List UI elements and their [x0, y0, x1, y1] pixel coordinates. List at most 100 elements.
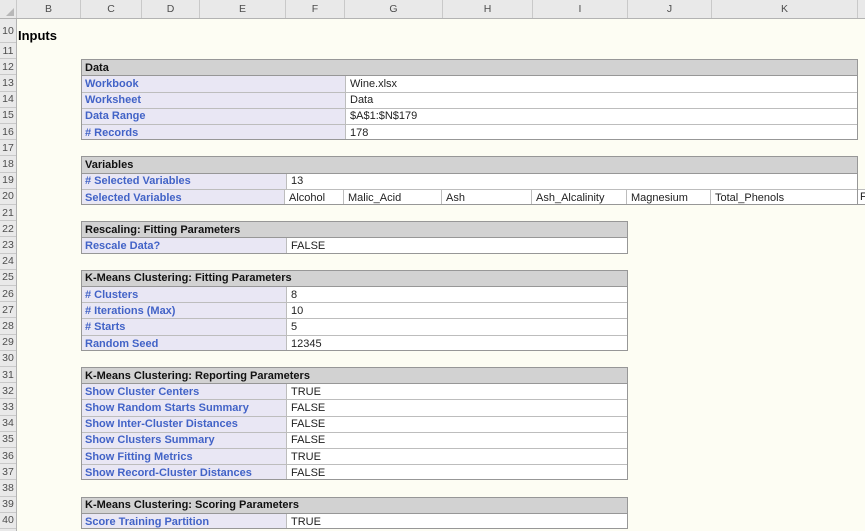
value-cell[interactable]: 178 — [346, 125, 857, 140]
column-header-F[interactable]: F — [286, 0, 345, 18]
value-cell[interactable]: 5 — [287, 319, 627, 334]
value-cell[interactable]: TRUE — [287, 384, 627, 399]
row-header-24[interactable]: 24 — [0, 254, 16, 270]
label-cell[interactable]: # Records — [82, 125, 346, 140]
row-header-12[interactable]: 12 — [0, 59, 16, 75]
column-header-H[interactable]: H — [443, 0, 533, 18]
row-header-10[interactable]: 10 — [0, 19, 16, 43]
section-header-cell[interactable]: K-Means Clustering: Fitting Parameters — [82, 271, 627, 287]
column-header-E[interactable]: E — [200, 0, 286, 18]
value-cell[interactable]: 12345 — [287, 336, 627, 351]
column-header-C[interactable]: C — [81, 0, 142, 18]
row-header-33[interactable]: 33 — [0, 399, 16, 415]
value-cell[interactable]: TRUE — [287, 449, 627, 464]
row-header-23[interactable]: 23 — [0, 237, 16, 253]
value-cell[interactable]: Data — [346, 93, 857, 108]
row-header-19[interactable]: 19 — [0, 173, 16, 189]
selected-variable-cell[interactable]: Malic_Acid — [344, 190, 442, 205]
label-cell[interactable]: # Starts — [82, 319, 287, 334]
row-header-28[interactable]: 28 — [0, 318, 16, 334]
label-cell[interactable]: # Clusters — [82, 287, 287, 302]
row-header-26[interactable]: 26 — [0, 286, 16, 302]
row-header-36[interactable]: 36 — [0, 448, 16, 464]
row-header-15[interactable]: 15 — [0, 108, 16, 124]
value-cell[interactable]: FALSE — [287, 465, 627, 480]
label-cell[interactable]: Show Random Starts Summary — [82, 400, 287, 415]
column-header-J[interactable]: J — [628, 0, 712, 18]
value-cell[interactable]: FALSE — [287, 433, 627, 448]
table-row: # Starts5 — [82, 319, 627, 335]
row-header-40[interactable]: 40 — [0, 513, 16, 529]
select-all-triangle-icon — [6, 8, 14, 16]
value-cell[interactable]: Wine.xlsx — [346, 76, 857, 91]
column-header-bar: BCDEFGHIJK — [0, 0, 865, 19]
label-cell[interactable]: # Selected Variables — [82, 174, 287, 189]
section-header-cell[interactable]: K-Means Clustering: Reporting Parameters — [82, 368, 627, 384]
selected-variable-cell[interactable]: Alcohol — [285, 190, 344, 205]
section-header-cell[interactable]: Data — [82, 60, 857, 76]
column-header-K[interactable]: K — [712, 0, 858, 18]
selected-variable-cell[interactable]: Ash_Alcalinity — [532, 190, 627, 205]
spreadsheet: BCDEFGHIJK 10111213141516171819202122232… — [0, 0, 865, 531]
row-header-34[interactable]: 34 — [0, 416, 16, 432]
table-row: # Selected Variables13 — [82, 174, 857, 190]
sheet-title[interactable]: Inputs — [18, 19, 57, 46]
label-cell[interactable]: Data Range — [82, 109, 346, 124]
table-row: Data Range$A$1:$N$179 — [82, 109, 857, 125]
column-header-I[interactable]: I — [533, 0, 628, 18]
row-header-32[interactable]: 32 — [0, 383, 16, 399]
label-cell[interactable]: Show Clusters Summary — [82, 433, 287, 448]
table-row: # Records178 — [82, 125, 857, 140]
row-header-14[interactable]: 14 — [0, 92, 16, 108]
label-cell[interactable]: Show Record-Cluster Distances — [82, 465, 287, 480]
row-header-38[interactable]: 38 — [0, 480, 16, 496]
row-header-29[interactable]: 29 — [0, 335, 16, 351]
value-cell[interactable]: TRUE — [287, 514, 627, 529]
label-cell[interactable]: Rescale Data? — [82, 238, 287, 253]
label-cell[interactable]: Score Training Partition — [82, 514, 287, 529]
value-cell[interactable]: $A$1:$N$179 — [346, 109, 857, 124]
row-header-20[interactable]: 20 — [0, 189, 16, 205]
row-header-30[interactable]: 30 — [0, 351, 16, 367]
row-header-16[interactable]: 16 — [0, 124, 16, 140]
label-cell[interactable]: Worksheet — [82, 93, 346, 108]
row-header-21[interactable]: 21 — [0, 205, 16, 221]
column-header-D[interactable]: D — [142, 0, 200, 18]
value-cell[interactable]: FALSE — [287, 238, 627, 253]
row-header-39[interactable]: 39 — [0, 497, 16, 513]
value-cell[interactable]: FALSE — [287, 400, 627, 415]
label-cell[interactable]: Show Cluster Centers — [82, 384, 287, 399]
selected-variable-cell[interactable]: Ash — [442, 190, 532, 205]
label-cell[interactable]: Show Fitting Metrics — [82, 449, 287, 464]
value-cell[interactable]: 10 — [287, 303, 627, 318]
label-cell[interactable]: Show Inter-Cluster Distances — [82, 417, 287, 432]
value-cell[interactable]: 8 — [287, 287, 627, 302]
row-header-17[interactable]: 17 — [0, 140, 16, 156]
row-header-18[interactable]: 18 — [0, 156, 16, 172]
section-header-cell[interactable]: Variables — [82, 157, 857, 173]
label-cell[interactable]: # Iterations (Max) — [82, 303, 287, 318]
selected-variable-cell[interactable]: Total_Phenols — [711, 190, 857, 205]
column-header-B[interactable]: B — [17, 0, 81, 18]
selected-variable-overflow-cell[interactable]: F — [858, 189, 865, 205]
row-header-35[interactable]: 35 — [0, 432, 16, 448]
label-cell[interactable]: Selected Variables — [82, 190, 285, 205]
section-header-cell[interactable]: K-Means Clustering: Scoring Parameters — [82, 498, 627, 514]
row-header-25[interactable]: 25 — [0, 270, 16, 286]
row-header-13[interactable]: 13 — [0, 75, 16, 91]
selected-variable-cell[interactable]: Magnesium — [627, 190, 711, 205]
value-cell[interactable]: FALSE — [287, 417, 627, 432]
row-header-11[interactable]: 11 — [0, 43, 16, 59]
value-cell[interactable]: 13 — [287, 174, 857, 189]
select-all-corner[interactable] — [0, 0, 17, 18]
section-header-cell[interactable]: Rescaling: Fitting Parameters — [82, 222, 627, 238]
row-header-37[interactable]: 37 — [0, 464, 16, 480]
column-header-G[interactable]: G — [345, 0, 443, 18]
row-header-22[interactable]: 22 — [0, 221, 16, 237]
label-cell[interactable]: Random Seed — [82, 336, 287, 351]
row-header-31[interactable]: 31 — [0, 367, 16, 383]
label-cell[interactable]: Workbook — [82, 76, 346, 91]
kmeans-reporting-table: K-Means Clustering: Reporting Parameters… — [81, 367, 628, 480]
column-header-sliver[interactable] — [858, 0, 865, 18]
row-header-27[interactable]: 27 — [0, 302, 16, 318]
